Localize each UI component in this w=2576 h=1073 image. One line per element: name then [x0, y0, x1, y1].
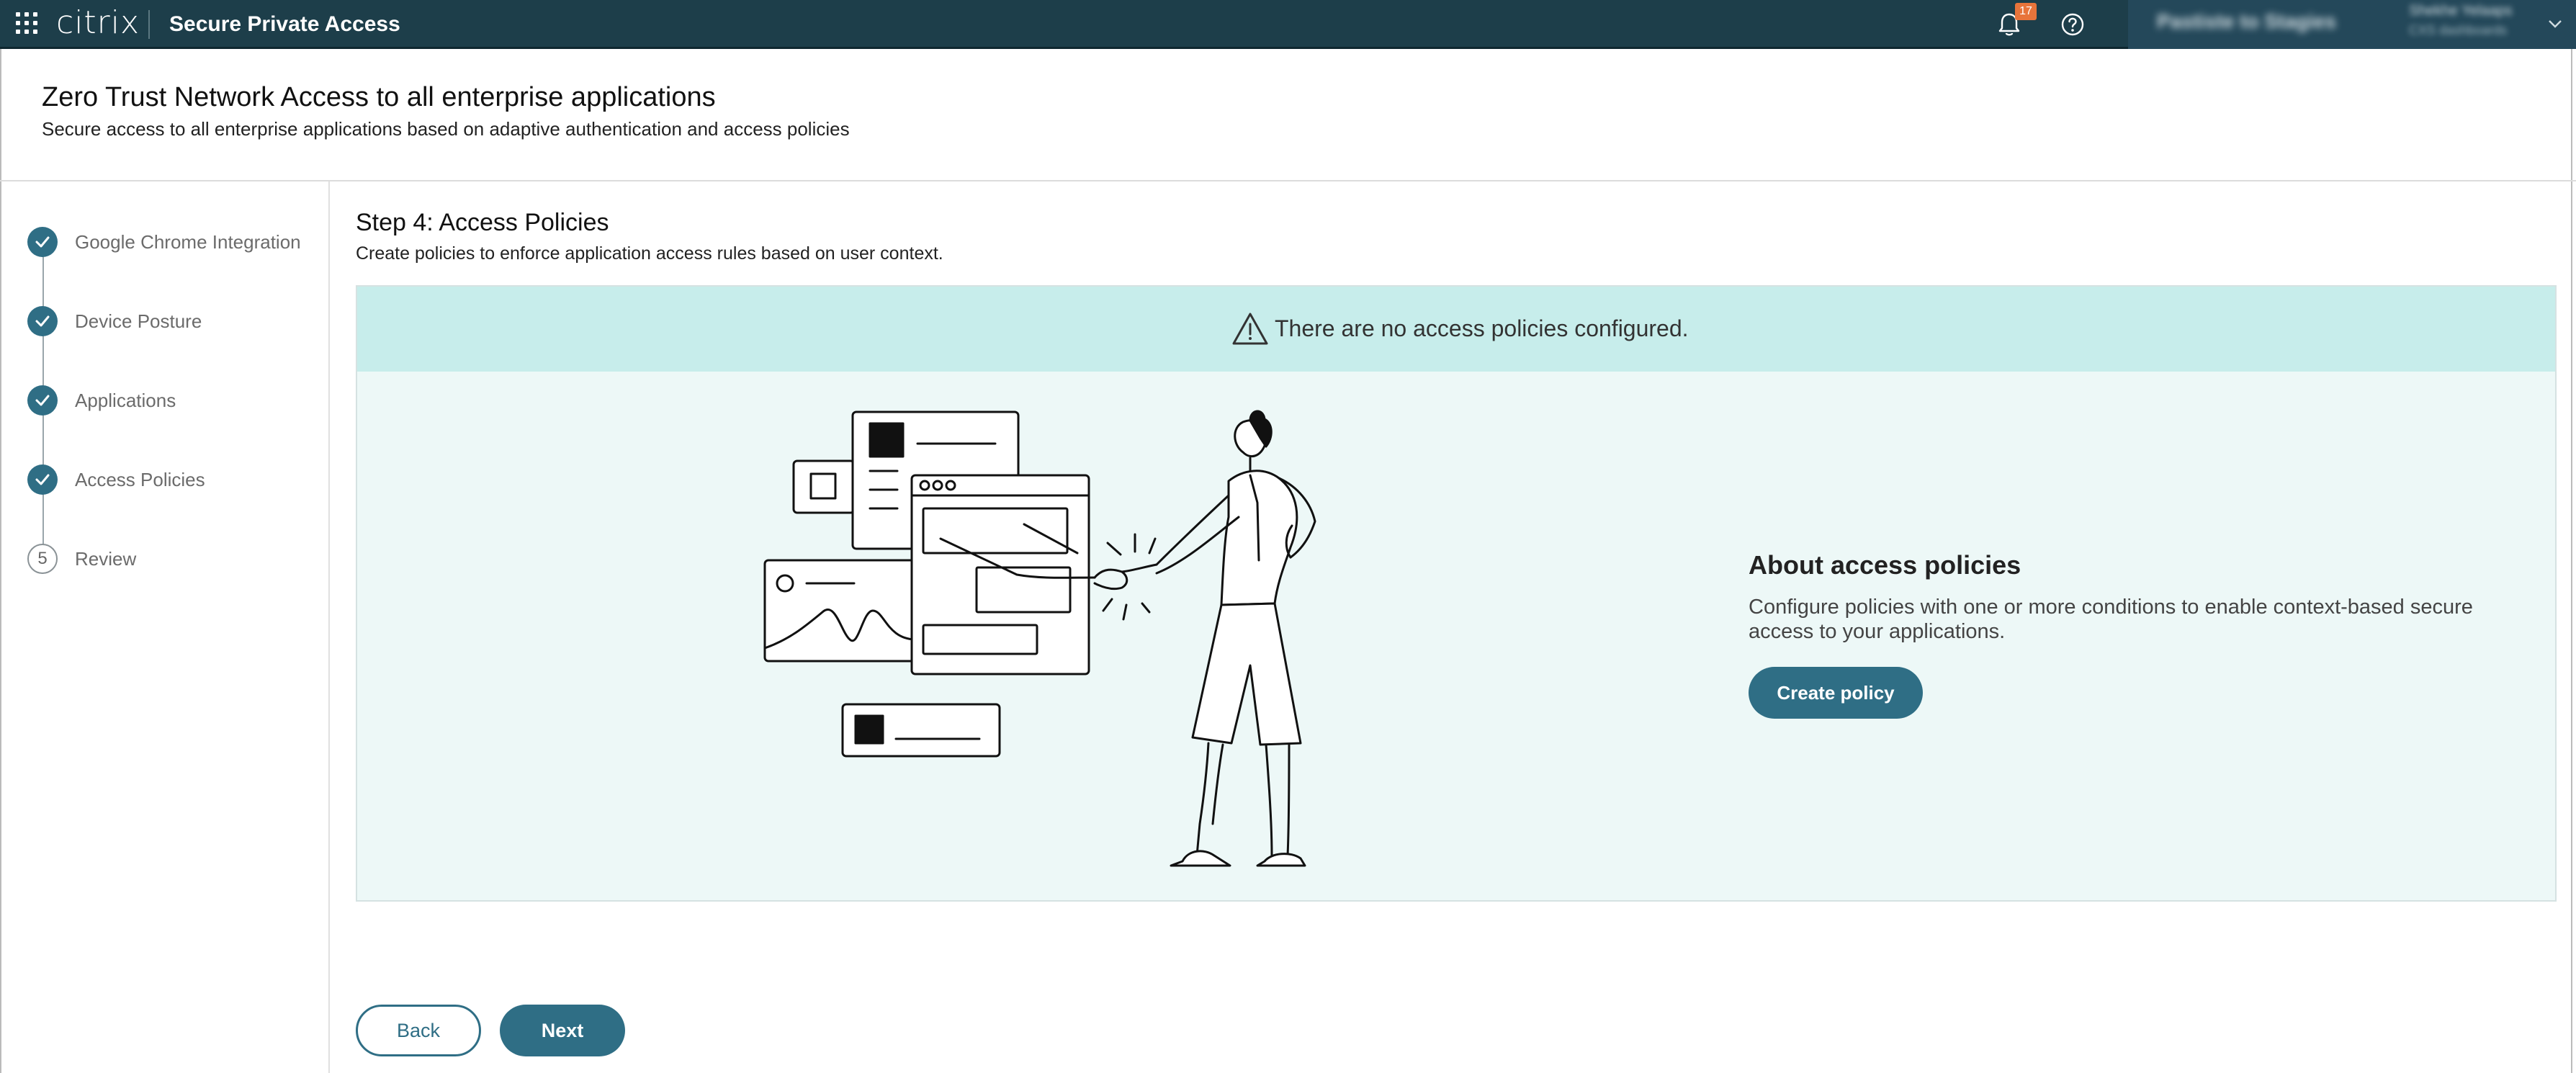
- product-name: Secure Private Access: [169, 12, 400, 36]
- topbar-divider: [148, 10, 150, 39]
- warning-icon: [1232, 313, 1268, 345]
- warning-message: There are no access policies configured.: [1275, 315, 1689, 341]
- user-menu[interactable]: Pastiste to Stagies Shekhe Yelaaps CXS d…: [2128, 0, 2576, 49]
- step-title: Step 4: Access Policies: [356, 209, 609, 236]
- step-access-policies[interactable]: Access Policies: [27, 464, 205, 495]
- citrix-logo[interactable]: citrix: [56, 4, 140, 42]
- step-label: Google Chrome Integration: [75, 230, 301, 253]
- check-icon: [27, 385, 58, 416]
- warning-banner: There are no access policies configured.: [357, 287, 2555, 372]
- page-title: Zero Trust Network Access to all enterpr…: [42, 82, 716, 112]
- user-subtitle: CXS dashboards: [2409, 23, 2508, 37]
- user-name: Shekhe Yelaaps: [2409, 3, 2513, 19]
- about-description: Configure policies with one or more cond…: [1749, 596, 2473, 643]
- step-label: Review: [75, 547, 137, 570]
- check-icon: [27, 306, 58, 336]
- about-title: About access policies: [1749, 550, 2021, 580]
- step-label: Applications: [75, 389, 176, 411]
- step-number: 5: [27, 544, 58, 574]
- user-org-name: Pastiste to Stagies: [2157, 10, 2336, 32]
- back-button[interactable]: Back: [356, 1005, 481, 1056]
- step-label: Access Policies: [75, 468, 205, 490]
- step-label: Device Posture: [75, 310, 202, 332]
- empty-state-panel: There are no access policies configured.: [356, 285, 2557, 902]
- notification-badge[interactable]: 17: [2015, 3, 2037, 20]
- top-bar: citrix Secure Private Access 17 Pastiste…: [0, 0, 2576, 49]
- app-launcher-icon[interactable]: [16, 12, 37, 34]
- chevron-down-icon[interactable]: [2546, 14, 2564, 33]
- step-review[interactable]: 5 Review: [27, 543, 136, 575]
- create-policy-button[interactable]: Create policy: [1749, 667, 1923, 719]
- page-right-border: [2571, 49, 2572, 1073]
- page-subtitle: Secure access to all enterprise applicat…: [42, 118, 850, 140]
- step-description: Create policies to enforce application a…: [356, 243, 943, 264]
- next-button[interactable]: Next: [500, 1005, 625, 1056]
- step-google-chrome-integration[interactable]: Google Chrome Integration: [27, 226, 301, 258]
- handshake-illustration: [763, 410, 1316, 867]
- check-icon: [27, 227, 58, 257]
- check-icon: [27, 464, 58, 495]
- step-applications[interactable]: Applications: [27, 385, 176, 416]
- header-divider: [0, 180, 2576, 181]
- step-device-posture[interactable]: Device Posture: [27, 305, 202, 337]
- help-icon[interactable]: [2060, 12, 2086, 37]
- wizard-stepper: Google Chrome Integration Device Posture…: [0, 181, 330, 1073]
